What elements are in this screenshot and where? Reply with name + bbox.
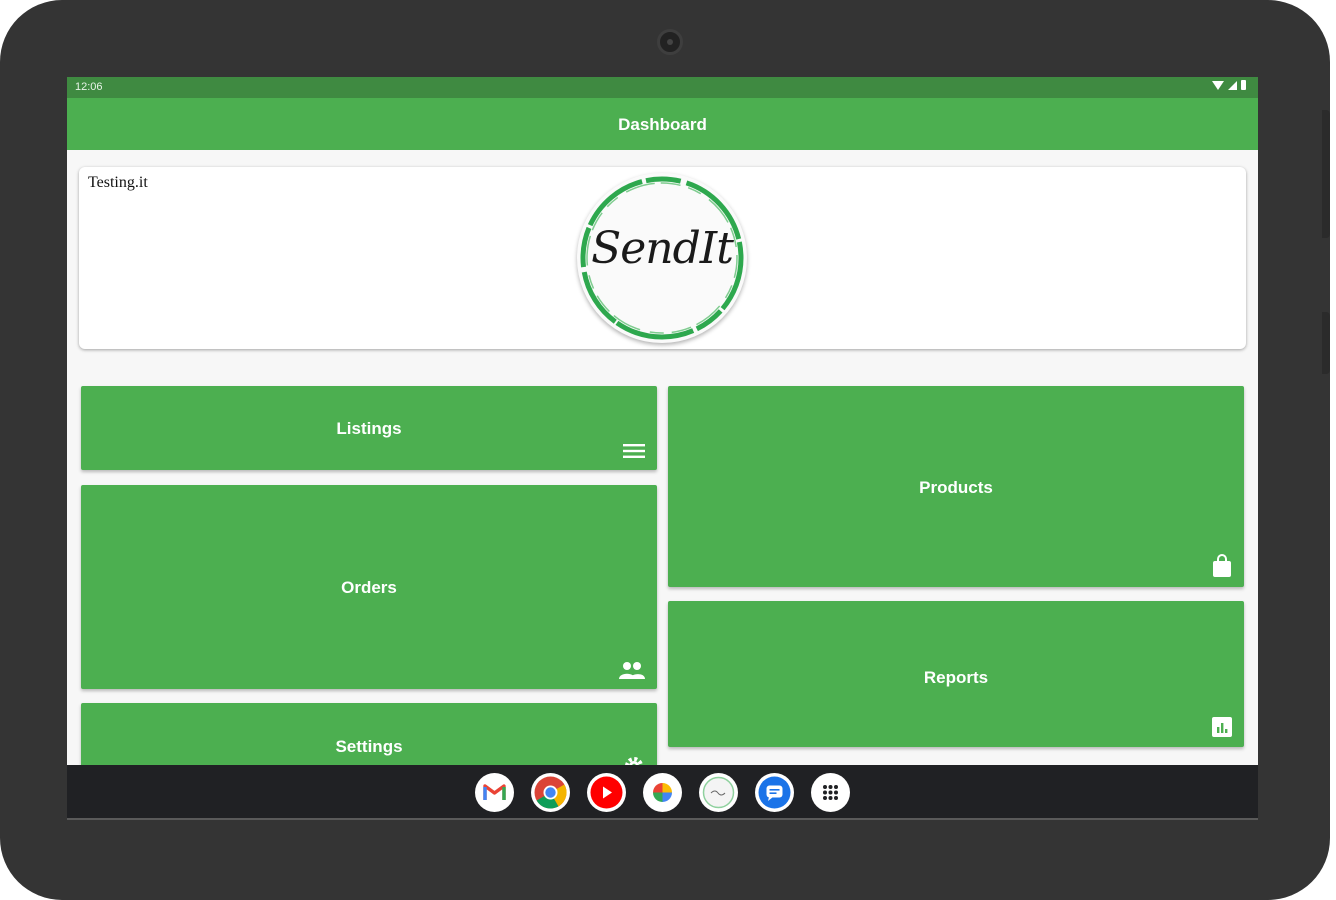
youtube-icon[interactable] bbox=[587, 773, 626, 812]
reports-label: Reports bbox=[923, 668, 989, 687]
status-time: 12:06 bbox=[75, 81, 103, 93]
gesture-bar bbox=[67, 818, 1258, 820]
battery-icon bbox=[1241, 80, 1246, 90]
sendit-logo: SendIt bbox=[577, 173, 747, 343]
page-title: Dashboard bbox=[618, 115, 707, 134]
orders-label: Orders bbox=[341, 578, 397, 597]
sendit-app-icon[interactable] bbox=[699, 773, 738, 812]
settings-label: Settings bbox=[335, 737, 403, 756]
wifi-icon bbox=[1212, 80, 1224, 90]
shopping-bag-icon bbox=[1213, 554, 1231, 577]
front-camera bbox=[657, 29, 683, 55]
app-bar: Dashboard bbox=[67, 98, 1258, 150]
logo-text: SendIt bbox=[591, 223, 734, 274]
tablet-frame: 12:06 Dashboard Testing.it SendIt Listin… bbox=[0, 0, 1330, 900]
signal-icon bbox=[1228, 80, 1237, 90]
orders-tile[interactable]: Orders bbox=[81, 485, 657, 689]
products-label: Products bbox=[919, 478, 993, 497]
bar-chart-icon bbox=[1212, 717, 1232, 737]
listings-label: Listings bbox=[336, 419, 402, 438]
products-tile[interactable]: Products bbox=[668, 386, 1244, 587]
listings-tile[interactable]: Listings bbox=[81, 386, 657, 470]
app-drawer-icon[interactable] bbox=[811, 773, 850, 812]
chrome-icon[interactable] bbox=[531, 773, 570, 812]
gmail-icon[interactable] bbox=[475, 773, 514, 812]
store-name: Testing.it bbox=[88, 174, 148, 191]
photos-icon[interactable] bbox=[643, 773, 682, 812]
store-header-card: Testing.it SendIt bbox=[79, 167, 1246, 349]
messages-icon[interactable] bbox=[755, 773, 794, 812]
screen: 12:06 Dashboard Testing.it SendIt Listin… bbox=[67, 77, 1258, 820]
navigation-bar bbox=[67, 765, 1258, 820]
app-dock bbox=[475, 773, 850, 812]
power-button bbox=[1322, 312, 1330, 374]
list-icon bbox=[623, 444, 645, 458]
reports-tile[interactable]: Reports bbox=[668, 601, 1244, 747]
volume-button bbox=[1322, 110, 1330, 238]
people-icon bbox=[619, 662, 645, 679]
status-bar: 12:06 bbox=[67, 77, 1258, 98]
